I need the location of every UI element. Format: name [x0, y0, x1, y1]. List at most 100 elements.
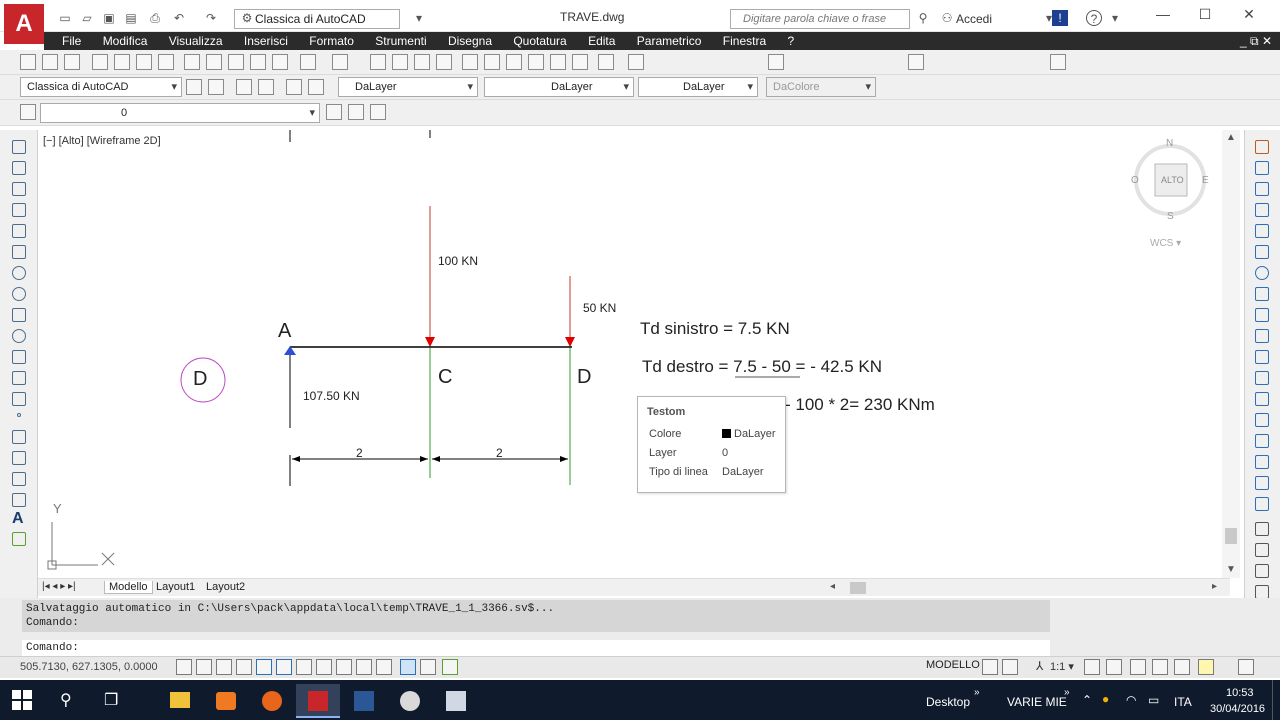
vertical-scrollbar[interactable]: ▲ ▼	[1222, 130, 1240, 578]
ortho-mode-icon[interactable]	[236, 659, 252, 675]
tooltip-label-layer: Layer	[649, 447, 677, 459]
text-shear-right[interactable]: Td destro = 7.5 - 50 = - 42.5 KN	[642, 357, 882, 377]
dim-arrow	[432, 456, 440, 462]
break-icon[interactable]	[1255, 392, 1269, 406]
battery-icon[interactable]: ▭	[1148, 693, 1159, 707]
wifi-icon[interactable]: ◠	[1126, 693, 1136, 707]
tab-modello[interactable]: Modello	[104, 581, 153, 594]
array-icon[interactable]	[1255, 224, 1269, 238]
copy-object-icon[interactable]	[1255, 161, 1269, 175]
polar-tracking-icon[interactable]	[256, 659, 272, 675]
send-to-back-icon[interactable]	[1255, 564, 1269, 578]
selection-cycling-icon[interactable]	[442, 659, 458, 675]
object-snap-icon[interactable]	[276, 659, 292, 675]
erase-icon[interactable]	[1255, 140, 1269, 154]
rotate-icon[interactable]	[1255, 266, 1269, 280]
command-input[interactable]: Comando:	[22, 640, 1050, 656]
tab-layout2[interactable]: Layout2	[206, 581, 245, 593]
desktop-toolbar[interactable]: Desktop	[926, 695, 970, 709]
infer-constraints-icon[interactable]	[176, 659, 192, 675]
auto-scale-icon[interactable]	[1106, 659, 1122, 675]
draw-order-icon[interactable]	[1255, 522, 1269, 536]
mirror-icon[interactable]	[1255, 182, 1269, 196]
quick-properties-icon[interactable]	[420, 659, 436, 675]
app-icon[interactable]	[388, 684, 432, 718]
fillet-icon[interactable]	[1255, 455, 1269, 469]
quick-view-layouts-icon[interactable]	[982, 659, 998, 675]
annotation-scale-icon[interactable]: ⅄	[1036, 659, 1043, 673]
chevron-icon[interactable]: »	[1064, 687, 1070, 698]
quick-view-drawings-icon[interactable]	[1002, 659, 1018, 675]
tab-layout1[interactable]: Layout1	[156, 581, 195, 593]
join-icon[interactable]	[1255, 413, 1269, 427]
annotation-visibility-icon[interactable]	[1084, 659, 1100, 675]
circle-d-label: D	[193, 368, 208, 390]
text-moment[interactable]: - 100 * 2= 230 KNm	[785, 395, 935, 415]
snap-mode-icon[interactable]	[196, 659, 212, 675]
viewcube-east[interactable]: E	[1202, 175, 1209, 186]
dynamic-input-icon[interactable]	[356, 659, 372, 675]
trim-icon[interactable]	[1255, 329, 1269, 343]
clock-time[interactable]: 10:53	[1226, 687, 1254, 699]
tooltip-value-linetype: DaLayer	[722, 466, 764, 478]
media-player-app[interactable]	[204, 684, 248, 718]
scroll-up-icon[interactable]: ▲	[1226, 132, 1236, 143]
hscroll-thumb[interactable]	[850, 582, 866, 594]
windows-start-icon[interactable]	[12, 690, 32, 710]
search-icon[interactable]: ⚲	[60, 690, 72, 710]
scroll-thumb[interactable]	[1225, 528, 1237, 544]
clock-date[interactable]: 30/04/2016	[1210, 703, 1265, 715]
blend-curves-icon[interactable]	[1255, 476, 1269, 490]
load-100-arrow	[425, 337, 435, 347]
stretch-icon[interactable]	[1255, 308, 1269, 322]
move-icon[interactable]	[1255, 245, 1269, 259]
autocad-app[interactable]	[296, 684, 340, 718]
wcs-menu[interactable]: WCS ▾	[1150, 238, 1181, 249]
tab-nav-icons[interactable]: |◂ ◂ ▸ ▸|	[42, 581, 76, 592]
reaction-a-label: 107.50 KN	[303, 389, 360, 403]
viewcube-top-face[interactable]: ALTO	[1161, 175, 1184, 185]
clean-screen-status-icon[interactable]	[1238, 659, 1254, 675]
file-explorer-app[interactable]	[158, 684, 202, 718]
model-space-button[interactable]: MODELLO	[926, 659, 980, 671]
notification-app-icon[interactable]: ●	[1102, 692, 1109, 706]
grid-display-icon[interactable]	[216, 659, 232, 675]
chevron-icon[interactable]: »	[974, 687, 980, 698]
language-indicator[interactable]: ITA	[1174, 695, 1192, 709]
explode-icon[interactable]	[1255, 497, 1269, 511]
lock-ui-icon[interactable]	[1152, 659, 1168, 675]
bring-to-front-icon[interactable]	[1255, 543, 1269, 557]
autocad-logo-icon[interactable]: A	[4, 4, 44, 44]
offset-icon[interactable]	[1255, 203, 1269, 217]
bring-above-icon[interactable]	[1255, 585, 1269, 599]
3d-osnap-icon[interactable]	[296, 659, 312, 675]
scroll-left-icon[interactable]: ◂	[830, 581, 835, 592]
object-snap-tracking-icon[interactable]	[316, 659, 332, 675]
break-at-point-icon[interactable]	[1255, 371, 1269, 385]
text-shear-left[interactable]: Td sinistro = 7.5 KN	[640, 319, 790, 339]
folder-toolbar[interactable]: VARIE MIE	[1007, 695, 1067, 709]
viewcube-south[interactable]: S	[1167, 211, 1174, 222]
transparency-icon[interactable]	[400, 659, 416, 675]
workspace-switching-icon[interactable]	[1130, 659, 1146, 675]
show-desktop-button[interactable]	[1272, 680, 1280, 720]
chevron-up-icon[interactable]: ⌃	[1082, 693, 1092, 707]
load-50-arrow	[565, 337, 575, 347]
scale-icon[interactable]	[1255, 287, 1269, 301]
firefox-app[interactable]	[250, 684, 294, 718]
app-icon[interactable]	[434, 684, 478, 718]
scroll-right-icon[interactable]: ▸	[1212, 581, 1217, 592]
dynamic-ucs-icon[interactable]	[336, 659, 352, 675]
task-view-icon[interactable]: ❐	[104, 690, 118, 710]
coordinates-readout[interactable]: 505.7130, 627.1305, 0.0000	[20, 661, 158, 673]
lineweight-icon[interactable]	[376, 659, 392, 675]
isolate-objects-icon[interactable]	[1174, 659, 1190, 675]
chamfer-icon[interactable]	[1255, 434, 1269, 448]
scroll-down-icon[interactable]: ▼	[1226, 564, 1236, 575]
viewcube-north[interactable]: N	[1166, 138, 1173, 149]
viewcube-west[interactable]: O	[1131, 175, 1139, 186]
word-app[interactable]	[342, 684, 386, 718]
hardware-acceleration-icon[interactable]	[1198, 659, 1214, 675]
extend-icon[interactable]	[1255, 350, 1269, 364]
annotation-scale-select[interactable]: 1:1 ▾	[1050, 660, 1074, 673]
